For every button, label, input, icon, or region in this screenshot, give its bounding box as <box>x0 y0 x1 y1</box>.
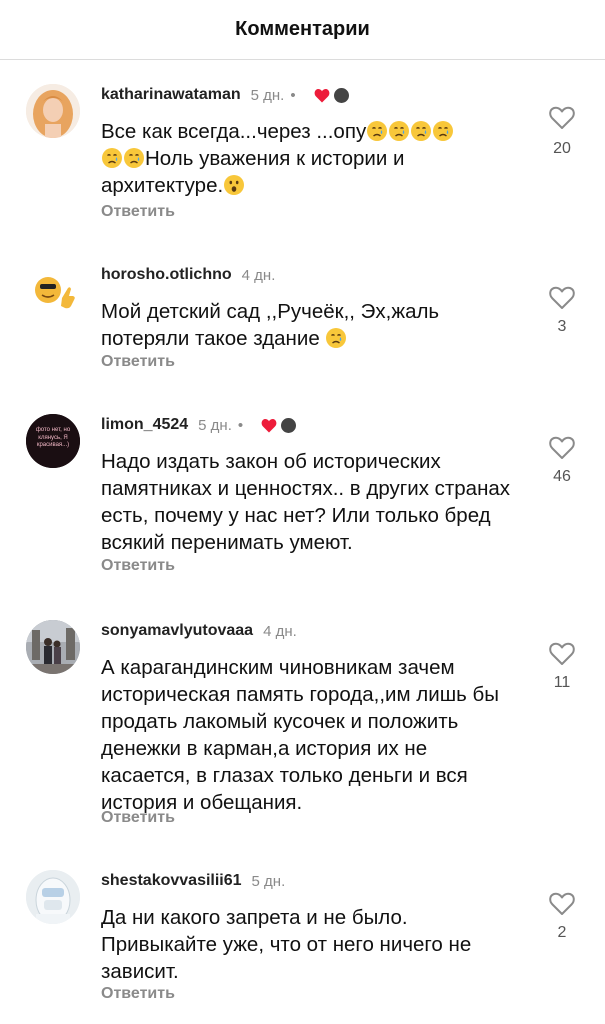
like-heart-icon[interactable] <box>548 434 576 460</box>
avatar[interactable]: фото нет, но клянусь, Я красивая...) <box>26 414 80 468</box>
like-count: 46 <box>553 468 571 485</box>
timestamp: 4 дн. <box>263 622 297 640</box>
comment-text: Мой детский сад ,,Ручеёк,, Эх,жаль потер… <box>101 300 440 350</box>
author-liked-heart-icon <box>314 88 329 102</box>
timestamp: 4 дн. <box>241 266 276 284</box>
avatar[interactable] <box>26 870 80 924</box>
timestamp: 5 дн. <box>250 86 285 104</box>
comment-item: shestakovvasilii61 5 дн. Да ни какого за… <box>0 870 605 1010</box>
like-heart-icon[interactable] <box>548 104 576 130</box>
username[interactable]: limon_4524 <box>101 416 188 434</box>
timestamp: 5 дн. <box>198 416 232 434</box>
comment-meta: horosho.otlichno 4 дн. <box>101 264 275 286</box>
comment-item: sonyamavlyutovaaa 4 дн. А карагандинским… <box>0 620 605 830</box>
comments-header: Комментарии <box>0 0 605 60</box>
author-liked-heart-icon <box>261 418 277 432</box>
timestamp: 5 дн. <box>251 872 286 890</box>
comment-meta: shestakovvasilii61 5 дн. <box>101 870 285 892</box>
comment-item: horosho.otlichno 4 дн. Мой детский сад ,… <box>0 264 605 374</box>
comment-text: Надо издать закон об исторических памятн… <box>101 450 511 554</box>
comment-item: фото нет, но клянусь, Я красивая...) lim… <box>0 414 605 584</box>
comment-meta: limon_4524 5 дн. • <box>101 414 298 436</box>
comment-item: katharinawataman 5 дн. • Все как всегда.… <box>0 84 605 234</box>
comment-meta: sonyamavlyutovaaa 4 дн. <box>101 620 297 642</box>
username[interactable]: shestakovvasilii61 <box>101 872 242 890</box>
crying-emoji-icon <box>432 120 454 142</box>
like-count: 20 <box>553 140 571 157</box>
separator-dot: • <box>237 416 244 434</box>
comment-meta: katharinawataman 5 дн. • <box>101 84 350 106</box>
crying-emoji-icon <box>123 147 145 169</box>
like-heart-icon[interactable] <box>548 890 576 916</box>
crying-emoji-icon <box>325 327 348 349</box>
avatar[interactable] <box>26 84 80 138</box>
like-count: 3 <box>557 318 567 335</box>
crying-emoji-icon <box>388 120 410 142</box>
like-heart-icon[interactable] <box>548 284 576 310</box>
comment-text: Да ни какого запрета и не было. Привыкай… <box>101 906 472 983</box>
username[interactable]: horosho.otlichno <box>101 266 232 284</box>
avatar[interactable] <box>26 264 80 318</box>
separator-dot: • <box>290 86 296 104</box>
username[interactable]: sonyamavlyutovaaa <box>101 622 253 640</box>
crying-emoji-icon <box>410 120 432 142</box>
author-mini-avatar <box>332 86 350 104</box>
username[interactable]: katharinawataman <box>101 86 241 104</box>
comment-text: Все как всегда...через ...опу Ноль уважен… <box>101 118 511 199</box>
page-title: Комментарии <box>235 18 370 40</box>
avatar-caption: фото нет, но клянусь, Я красивая...) <box>35 427 71 448</box>
reply-button[interactable]: Ответить <box>101 203 175 221</box>
like-count: 2 <box>557 924 567 941</box>
like-heart-icon[interactable] <box>548 640 576 666</box>
reply-button[interactable]: Ответить <box>101 985 175 1003</box>
reply-button[interactable]: Ответить <box>101 809 175 827</box>
reply-button[interactable]: Ответить <box>101 353 175 371</box>
comment-text: А карагандинским чиновникам зачем истори… <box>101 656 500 814</box>
like-count: 11 <box>553 674 571 691</box>
astonished-emoji-icon <box>224 175 245 195</box>
author-mini-avatar <box>280 416 298 434</box>
reply-button[interactable]: Ответить <box>101 557 175 575</box>
crying-emoji-icon <box>366 120 388 142</box>
crying-emoji-icon <box>101 147 123 169</box>
avatar[interactable] <box>26 620 80 674</box>
